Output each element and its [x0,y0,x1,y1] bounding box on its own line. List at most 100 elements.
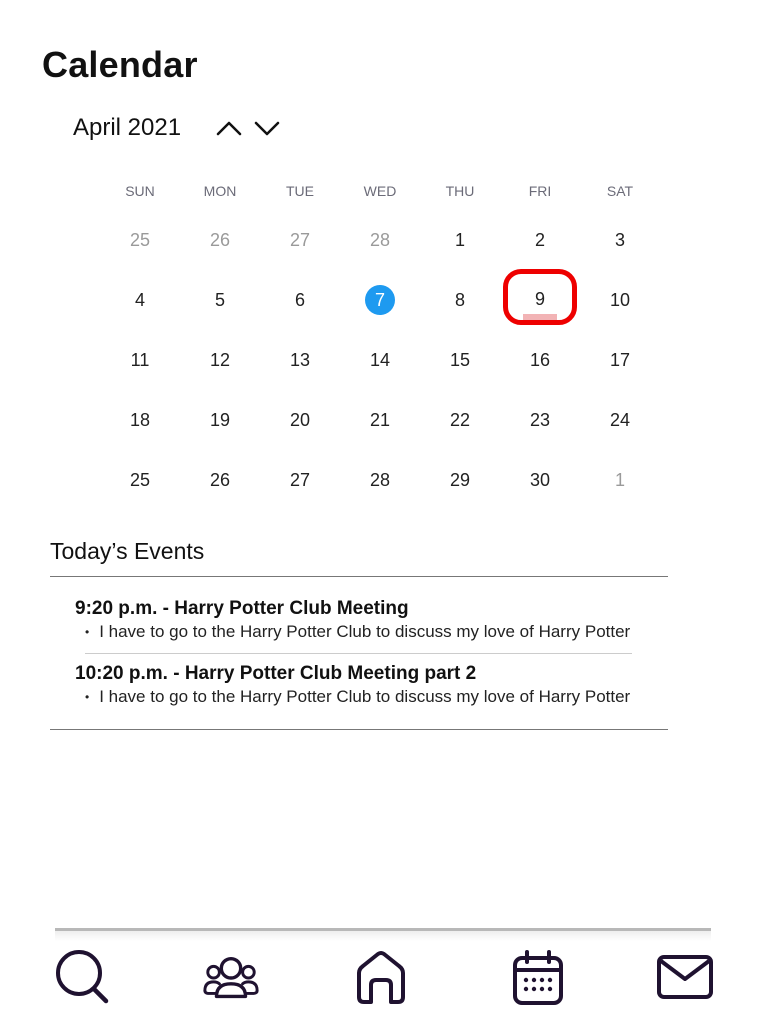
day-cell[interactable]: 23 [500,390,580,450]
today-day-cell[interactable]: 7 [340,270,420,330]
chevron-down-icon [254,121,280,136]
day-cell[interactable]: 26 [180,210,260,270]
day-cell[interactable]: 24 [580,390,660,450]
nav-home-button[interactable] [351,948,411,1008]
day-cell[interactable]: 29 [420,450,500,510]
selected-day-cell[interactable]: 9 [500,269,580,330]
day-number: 20 [289,409,311,430]
search-icon [56,950,109,1004]
day-number: 11 [130,349,150,370]
day-cell[interactable]: 8 [420,270,500,330]
nav-people-button[interactable] [201,948,261,1008]
day-number: 28 [369,229,391,250]
previous-month-button[interactable] [213,112,245,144]
day-cell[interactable]: 10 [580,270,660,330]
month-label: April 2021 [73,114,182,141]
calendar-grid: SUN MON TUE WED THU FRI SAT 25 26 27 28 1 2 3 4… [100,172,660,510]
day-cell[interactable]: 16 [500,330,580,390]
day-cell[interactable]: 1 [580,450,660,510]
day-number: 27 [289,229,311,250]
divider [50,576,668,577]
day-cell[interactable]: 14 [340,330,420,390]
day-cell[interactable]: 2 [500,210,580,270]
day-number: 29 [449,469,471,490]
day-number: 22 [449,409,471,430]
bullet-icon: • [85,690,90,704]
home-icon [357,951,405,1004]
day-cell[interactable]: 21 [340,390,420,450]
day-number: 1 [454,229,465,250]
week-row: 25 26 27 28 1 2 3 [100,210,660,270]
today-indicator: 7 [365,285,395,315]
day-cell[interactable]: 12 [180,330,260,390]
day-number: 21 [369,409,391,430]
weekday-sun: SUN [125,183,155,199]
day-cell[interactable]: 22 [420,390,500,450]
day-number: 2 [534,229,545,250]
day-cell[interactable]: 27 [260,210,340,270]
day-number: 23 [529,409,551,430]
day-number: 30 [529,469,551,490]
divider [85,653,632,654]
day-cell[interactable]: 30 [500,450,580,510]
page-title: Calendar [42,44,198,85]
event-description-row: • I have to go to the Harry Potter Club … [85,621,675,643]
calendar-page: Calendar April 2021 SUN MON TUE WED THU … [0,0,768,1024]
mail-icon [657,955,713,999]
day-cell[interactable]: 5 [180,270,260,330]
day-cell[interactable]: 28 [340,450,420,510]
week-row: 25 26 27 28 29 30 1 [100,450,660,510]
day-cell[interactable]: 26 [180,450,260,510]
day-cell[interactable]: 6 [260,270,340,330]
week-row: 18 19 20 21 22 23 24 [100,390,660,450]
day-number: 1 [614,469,625,490]
day-cell[interactable]: 1 [420,210,500,270]
day-number: 19 [209,409,231,430]
day-cell[interactable]: 3 [580,210,660,270]
day-number: 24 [609,409,631,430]
day-number: 26 [209,229,231,250]
event-description: I have to go to the Harry Potter Club to… [99,687,631,706]
weekday-fri: FRI [528,183,552,199]
day-number: 25 [129,229,151,250]
weekday-wed: WED [363,183,397,199]
next-month-button[interactable] [251,112,283,144]
divider [50,729,668,730]
weekday-header: SUN MON TUE WED THU FRI SAT [100,172,660,210]
day-number: 16 [529,349,551,370]
nav-mail-button[interactable] [655,948,715,1008]
selection-highlight [503,269,577,325]
day-number: 12 [209,349,231,370]
day-cell[interactable]: 18 [100,390,180,450]
day-cell[interactable]: 11 [100,330,180,390]
week-row: 11 12 13 14 15 16 17 [100,330,660,390]
nav-calendar-button[interactable] [508,948,568,1008]
day-number: 28 [369,469,391,490]
day-cell[interactable]: 25 [100,210,180,270]
events-title: Today’s Events [50,538,205,564]
day-cell[interactable]: 15 [420,330,500,390]
day-number: 25 [129,469,151,490]
day-cell[interactable]: 13 [260,330,340,390]
day-number: 3 [614,229,625,250]
month-header: April 2021 [73,112,289,144]
day-cell[interactable]: 4 [100,270,180,330]
day-number: 8 [454,289,465,310]
event-item[interactable]: 9:20 p.m. - Harry Potter Club Meeting • … [75,597,675,643]
day-cell[interactable]: 27 [260,450,340,510]
bottom-nav [53,928,713,1024]
weekday-tue: TUE [286,183,314,199]
day-number: 17 [609,349,631,370]
weekday-sat: SAT [606,183,634,199]
day-cell[interactable]: 20 [260,390,340,450]
day-number: 10 [609,289,631,310]
event-description-row: • I have to go to the Harry Potter Club … [85,686,675,708]
day-cell[interactable]: 17 [580,330,660,390]
day-cell[interactable]: 25 [100,450,180,510]
calendar-weeks: 25 26 27 28 1 2 3 4 5 6 7 8 9 10 11 12 13 14 15 16 17 18 19 20 2… [100,210,660,510]
day-number: 26 [209,469,231,490]
nav-search-button[interactable] [53,948,113,1008]
day-cell[interactable]: 19 [180,390,260,450]
event-item[interactable]: 10:20 p.m. - Harry Potter Club Meeting p… [75,662,675,708]
day-cell[interactable]: 28 [340,210,420,270]
